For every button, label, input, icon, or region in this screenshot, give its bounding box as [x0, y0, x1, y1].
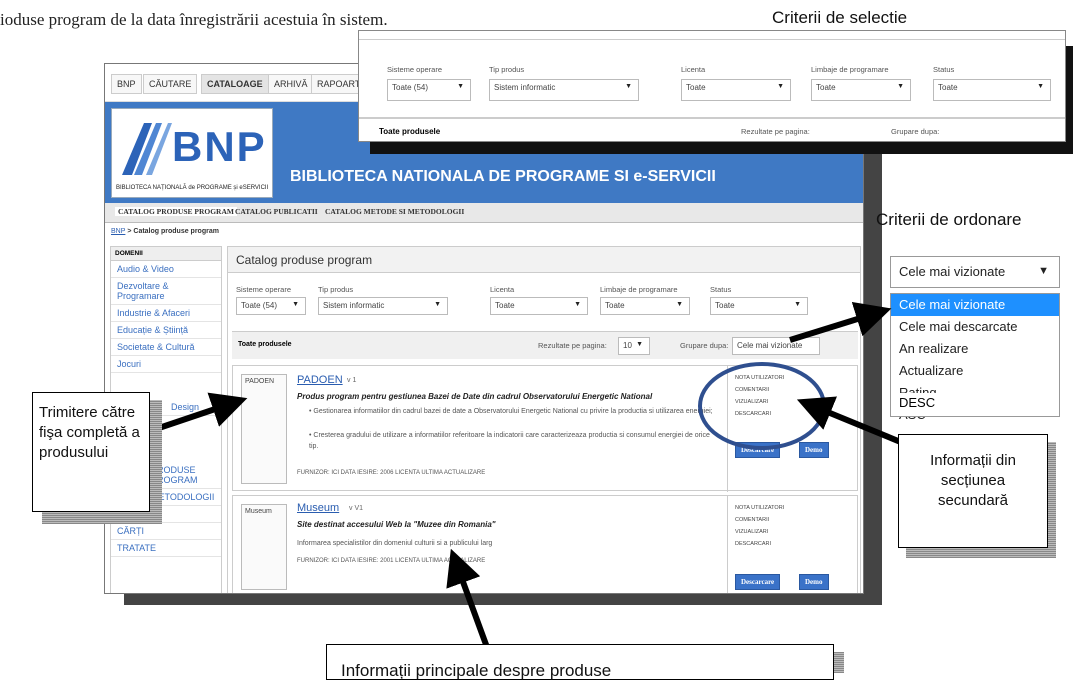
arrow-to-ordering — [789, 301, 892, 343]
annotation-arrows — [152, 301, 922, 652]
callout-main-info: Informații principale despre produse — [326, 644, 834, 680]
callout-secondary-info: Informații din secțiunea secundară — [898, 434, 1048, 548]
arrow-to-main-info — [446, 548, 491, 652]
callout-send-to-sheet: Trimitere către fişa completă a produsul… — [32, 392, 150, 512]
arrow-to-thumbnail — [152, 392, 248, 433]
